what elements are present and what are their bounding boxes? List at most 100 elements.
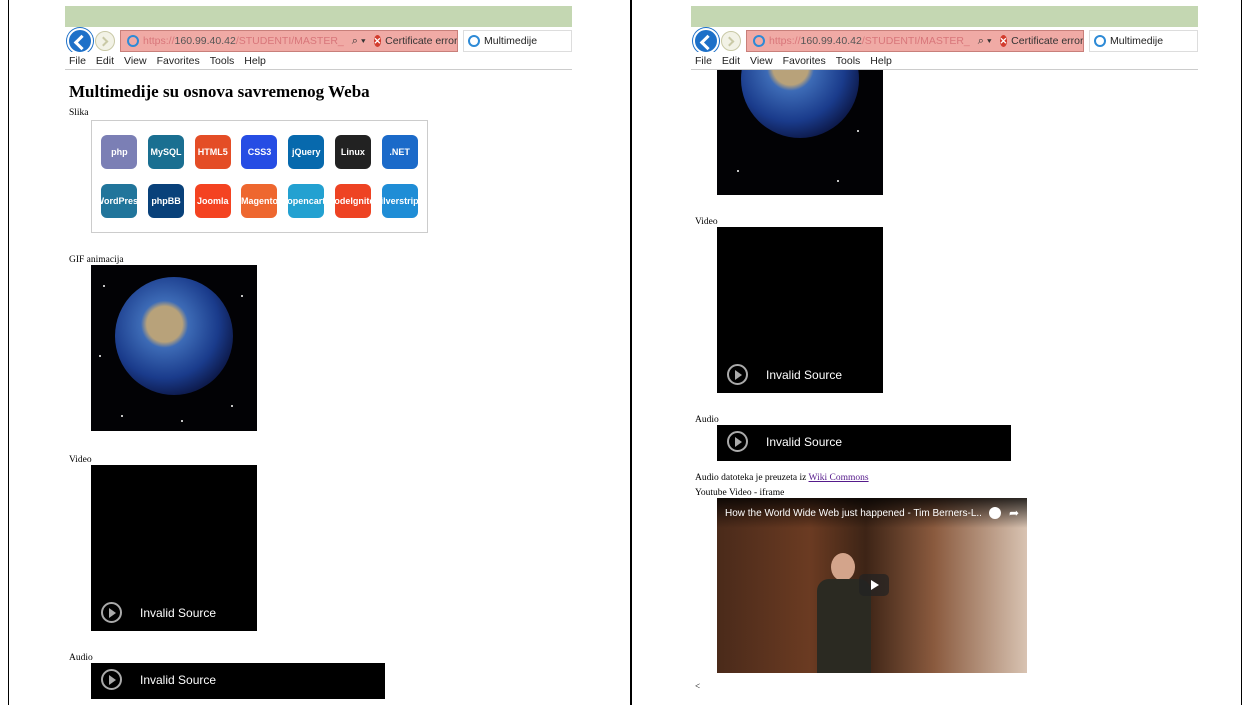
video-player[interactable]: Invalid Source: [717, 227, 883, 393]
certificate-error-label[interactable]: Certificate error: [1011, 35, 1083, 47]
audio-controls: Invalid Source: [727, 431, 842, 452]
html5-logo-icon: HTML5: [194, 134, 231, 169]
opencart-logo-icon: opencart: [287, 184, 325, 219]
menu-file[interactable]: File: [69, 55, 86, 67]
audio-player[interactable]: Invalid Source: [91, 663, 385, 699]
menu-edit[interactable]: Edit: [722, 55, 740, 67]
url-path: /STUDENTI/MASTER_: [235, 35, 344, 47]
page-content-left: Multimedije su osnova savremenog Weba Sl…: [65, 82, 572, 699]
browser-window-left: https:// 160.99.40.42 /STUDENTI/MASTER_ …: [65, 6, 572, 705]
youtube-label: Youtube Video - iframe: [695, 488, 785, 498]
video-player[interactable]: Invalid Source: [91, 465, 257, 631]
earth-gif-animation: [91, 265, 257, 431]
wordpress-logo-icon: WordPress: [96, 184, 143, 219]
back-button[interactable]: [67, 28, 93, 54]
browser-tab[interactable]: Multimedije: [1089, 30, 1198, 52]
tab-ie-icon: [1094, 35, 1106, 47]
url-path: /STUDENTI/MASTER_: [861, 35, 970, 47]
menu-tools[interactable]: Tools: [836, 55, 861, 67]
back-button[interactable]: [693, 28, 719, 54]
mysql-logo-icon: MySQL: [148, 134, 185, 169]
audio-player[interactable]: Invalid Source: [717, 425, 1011, 461]
forward-button[interactable]: [95, 31, 115, 51]
menu-favorites[interactable]: Favorites: [157, 55, 200, 67]
search-icon[interactable]: ⌕ ▾: [978, 35, 992, 48]
dotnet-logo-icon: .NET: [381, 134, 418, 169]
joomla-logo-icon: Joomla: [194, 184, 231, 219]
menu-favorites[interactable]: Favorites: [783, 55, 826, 67]
youtube-title-bar: How the World Wide Web just happened - T…: [717, 498, 1027, 528]
audio-label: Audio: [69, 653, 93, 663]
menu-bar: File Edit View Favorites Tools Help: [65, 52, 572, 70]
menu-bar: File Edit View Favorites Tools Help: [691, 52, 1198, 70]
browser-window-right: https:// 160.99.40.42 /STUDENTI/MASTER_ …: [691, 6, 1198, 705]
silverstripe-logo-icon: silverstripe: [376, 184, 424, 219]
image-label: Slika: [69, 108, 89, 118]
technology-logos-image: php MySQL HTML5 CSS3 jQuery Linux .NET W…: [91, 120, 428, 233]
tab-title: Multimedije: [1110, 35, 1164, 47]
url-prefix: https://: [143, 35, 175, 47]
url-host: 160.99.40.42: [174, 35, 236, 47]
menu-view[interactable]: View: [750, 55, 773, 67]
menu-view[interactable]: View: [124, 55, 147, 67]
tab-title: Multimedije: [484, 35, 538, 47]
phpbb-logo-icon: phpBB: [148, 184, 185, 219]
ie-icon: [753, 35, 765, 47]
right-screenshot-frame: https:// 160.99.40.42 /STUDENTI/MASTER_ …: [631, 0, 1242, 705]
earth-globe: [741, 70, 859, 138]
menu-tools[interactable]: Tools: [210, 55, 235, 67]
watch-later-icon[interactable]: [988, 507, 1001, 519]
invalid-source-text: Invalid Source: [140, 672, 217, 687]
forward-button[interactable]: [721, 31, 741, 51]
speaker-figure: [811, 553, 877, 673]
play-icon[interactable]: [101, 602, 122, 623]
menu-edit[interactable]: Edit: [96, 55, 114, 67]
url-field[interactable]: https:// 160.99.40.42 /STUDENTI/MASTER_ …: [120, 30, 458, 52]
ie-icon: [127, 35, 139, 47]
page-content-right: Video Invalid Source Audio Invalid Sourc…: [691, 70, 1198, 691]
url-field[interactable]: https:// 160.99.40.42 /STUDENTI/MASTER_ …: [746, 30, 1084, 52]
browser-chrome: https:// 160.99.40.42 /STUDENTI/MASTER_ …: [691, 6, 1198, 70]
css3-logo-icon: CSS3: [241, 134, 278, 169]
certificate-error-label[interactable]: Certificate error: [385, 35, 457, 47]
invalid-source-text: Invalid Source: [140, 605, 217, 620]
play-icon[interactable]: [101, 669, 122, 690]
video-label: Video: [695, 217, 718, 227]
tab-ie-icon: [468, 35, 480, 47]
video-controls: Invalid Source: [101, 602, 216, 623]
certificate-error-icon[interactable]: ✕: [373, 35, 382, 47]
left-screenshot-frame: https:// 160.99.40.42 /STUDENTI/MASTER_ …: [8, 0, 631, 705]
invalid-source-text: Invalid Source: [766, 367, 843, 382]
menu-help[interactable]: Help: [244, 55, 266, 67]
video-controls: Invalid Source: [727, 364, 842, 385]
play-icon[interactable]: [727, 364, 748, 385]
certificate-error-icon[interactable]: ✕: [999, 35, 1008, 47]
share-icon[interactable]: ➦: [1009, 506, 1019, 520]
video-label: Video: [69, 455, 92, 465]
invalid-source-text: Invalid Source: [766, 434, 843, 449]
menu-help[interactable]: Help: [870, 55, 892, 67]
browser-tab[interactable]: Multimedije: [463, 30, 572, 52]
youtube-iframe[interactable]: How the World Wide Web just happened - T…: [717, 498, 1027, 673]
audio-label: Audio: [695, 415, 719, 425]
earth-gif-animation-partial: [717, 70, 883, 195]
codeigniter-logo-icon: CodeIgniter: [328, 184, 378, 219]
menu-file[interactable]: File: [695, 55, 712, 67]
audio-source-text: Audio datoteka je preuzeta iz: [695, 473, 807, 483]
url-host: 160.99.40.42: [800, 35, 862, 47]
browser-chrome: https:// 160.99.40.42 /STUDENTI/MASTER_ …: [65, 6, 572, 70]
trailing-text: <: [695, 681, 701, 691]
play-icon[interactable]: [727, 431, 748, 452]
youtube-video-title[interactable]: How the World Wide Web just happened - T…: [725, 508, 981, 519]
gif-label: GIF animacija: [69, 255, 124, 265]
youtube-play-button[interactable]: [859, 574, 889, 596]
url-prefix: https://: [769, 35, 801, 47]
wiki-commons-link[interactable]: Wiki Commons: [809, 473, 869, 483]
search-icon[interactable]: ⌕ ▾: [352, 35, 366, 48]
page-title: Multimedije su osnova savremenog Weba: [69, 82, 370, 101]
audio-controls: Invalid Source: [101, 669, 216, 690]
jquery-logo-icon: jQuery: [288, 134, 325, 169]
magento-logo-icon: Magento: [241, 184, 278, 219]
linux-logo-icon: Linux: [334, 134, 371, 169]
audio-source-note: Audio datoteka je preuzeta iz Wiki Commo…: [695, 473, 1194, 483]
